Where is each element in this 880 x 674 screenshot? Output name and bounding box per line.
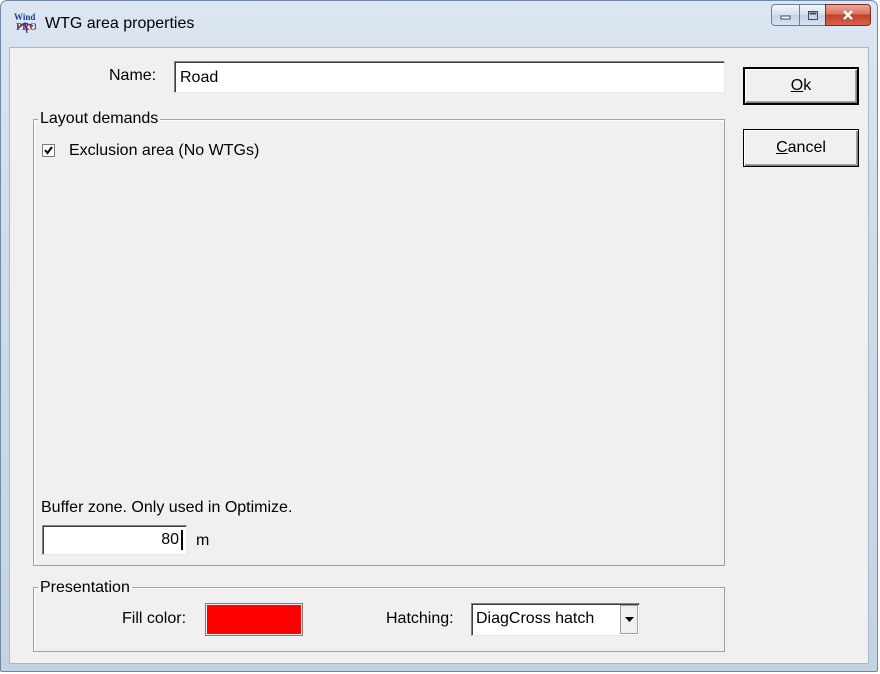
buffer-zone-input[interactable]: 80 xyxy=(42,525,187,555)
maximize-icon xyxy=(807,10,818,20)
close-button[interactable] xyxy=(825,4,871,26)
checkmark-icon xyxy=(44,146,53,155)
exclusion-area-label[interactable]: Exclusion area (No WTGs) xyxy=(69,142,259,160)
hatching-select-value: DiagCross hatch xyxy=(476,610,595,627)
chevron-down-icon xyxy=(624,616,634,622)
fill-color-value xyxy=(207,605,301,634)
minimize-icon xyxy=(780,15,790,20)
text-cursor xyxy=(181,530,183,550)
layout-demands-title: Layout demands xyxy=(38,110,161,128)
hatching-dropdown-button[interactable] xyxy=(620,605,638,634)
hatching-select[interactable]: DiagCross hatch xyxy=(471,603,640,636)
svg-text:Wind: Wind xyxy=(14,12,35,22)
minimize-button[interactable] xyxy=(771,4,799,26)
dialog-window: Wind PRO WTG area properties Name: Road … xyxy=(0,0,878,672)
close-icon xyxy=(843,10,853,20)
title-bar[interactable]: Wind PRO WTG area properties xyxy=(1,1,877,45)
buffer-zone-unit: m xyxy=(196,532,210,549)
presentation-title: Presentation xyxy=(38,579,132,597)
ok-button-label: Ok xyxy=(790,77,812,94)
ok-button[interactable]: Ok xyxy=(743,67,859,105)
name-input-value: Road xyxy=(180,69,219,86)
cancel-button[interactable]: Cancel xyxy=(743,129,859,167)
buffer-zone-label: Buffer zone. Only used in Optimize. xyxy=(41,499,293,516)
maximize-button[interactable] xyxy=(799,4,825,26)
window-title: WTG area properties xyxy=(45,15,195,32)
exclusion-area-checkbox[interactable] xyxy=(42,144,55,157)
buffer-zone-value: 80 xyxy=(161,531,179,548)
windpro-app-icon: Wind PRO xyxy=(14,12,36,34)
fill-color-swatch[interactable] xyxy=(205,603,303,636)
dialog-client-area: Name: Road Ok Cancel Layout demands Excl… xyxy=(9,47,869,664)
hatching-label: Hatching: xyxy=(386,610,454,627)
name-input[interactable]: Road xyxy=(174,61,725,93)
fill-color-label: Fill color: xyxy=(122,610,187,627)
cancel-button-label: Cancel xyxy=(776,139,826,156)
caption-buttons xyxy=(771,4,871,26)
name-label: Name: xyxy=(109,67,157,84)
